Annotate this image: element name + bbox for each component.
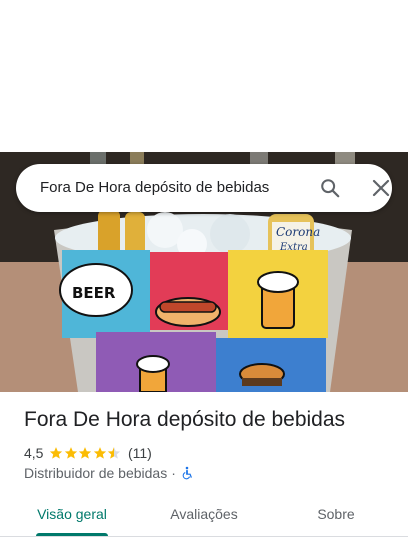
search-input[interactable]: Fora De Hora depósito de bebidas [40,164,269,212]
rating-value: 4,5 [24,445,44,461]
star-icon [50,447,63,459]
star-icon [93,447,107,459]
star-icon [79,447,92,459]
tab-overview[interactable]: Visão geral [22,496,122,532]
star-icon [64,447,78,459]
place-title: Fora De Hora depósito de bebidas [24,408,346,431]
separator-dot: · [171,465,176,481]
rating-stars [49,446,122,460]
review-count[interactable]: (11) [128,445,152,461]
bucket-text-beer: BEER [72,284,116,302]
category-row: Distribuidor de bebidas · [24,464,194,482]
tab-reviews[interactable]: Avaliações [154,496,254,532]
tabs-divider [0,536,408,537]
wheelchair-icon [180,466,194,480]
top-blank-area [0,0,408,152]
search-bar[interactable]: Fora De Hora depósito de bebidas [16,164,392,212]
bottle-label-corona: Corona [276,225,320,239]
half-star-icon [108,447,121,459]
tab-about[interactable]: Sobre [286,496,386,532]
search-icon[interactable] [316,174,344,202]
tab-bar: Visão geral Avaliações Sobre [0,496,408,536]
rating-row[interactable]: 4,5 (11) [24,444,152,462]
place-category: Distribuidor de bebidas [24,465,168,481]
close-icon[interactable] [367,174,395,202]
